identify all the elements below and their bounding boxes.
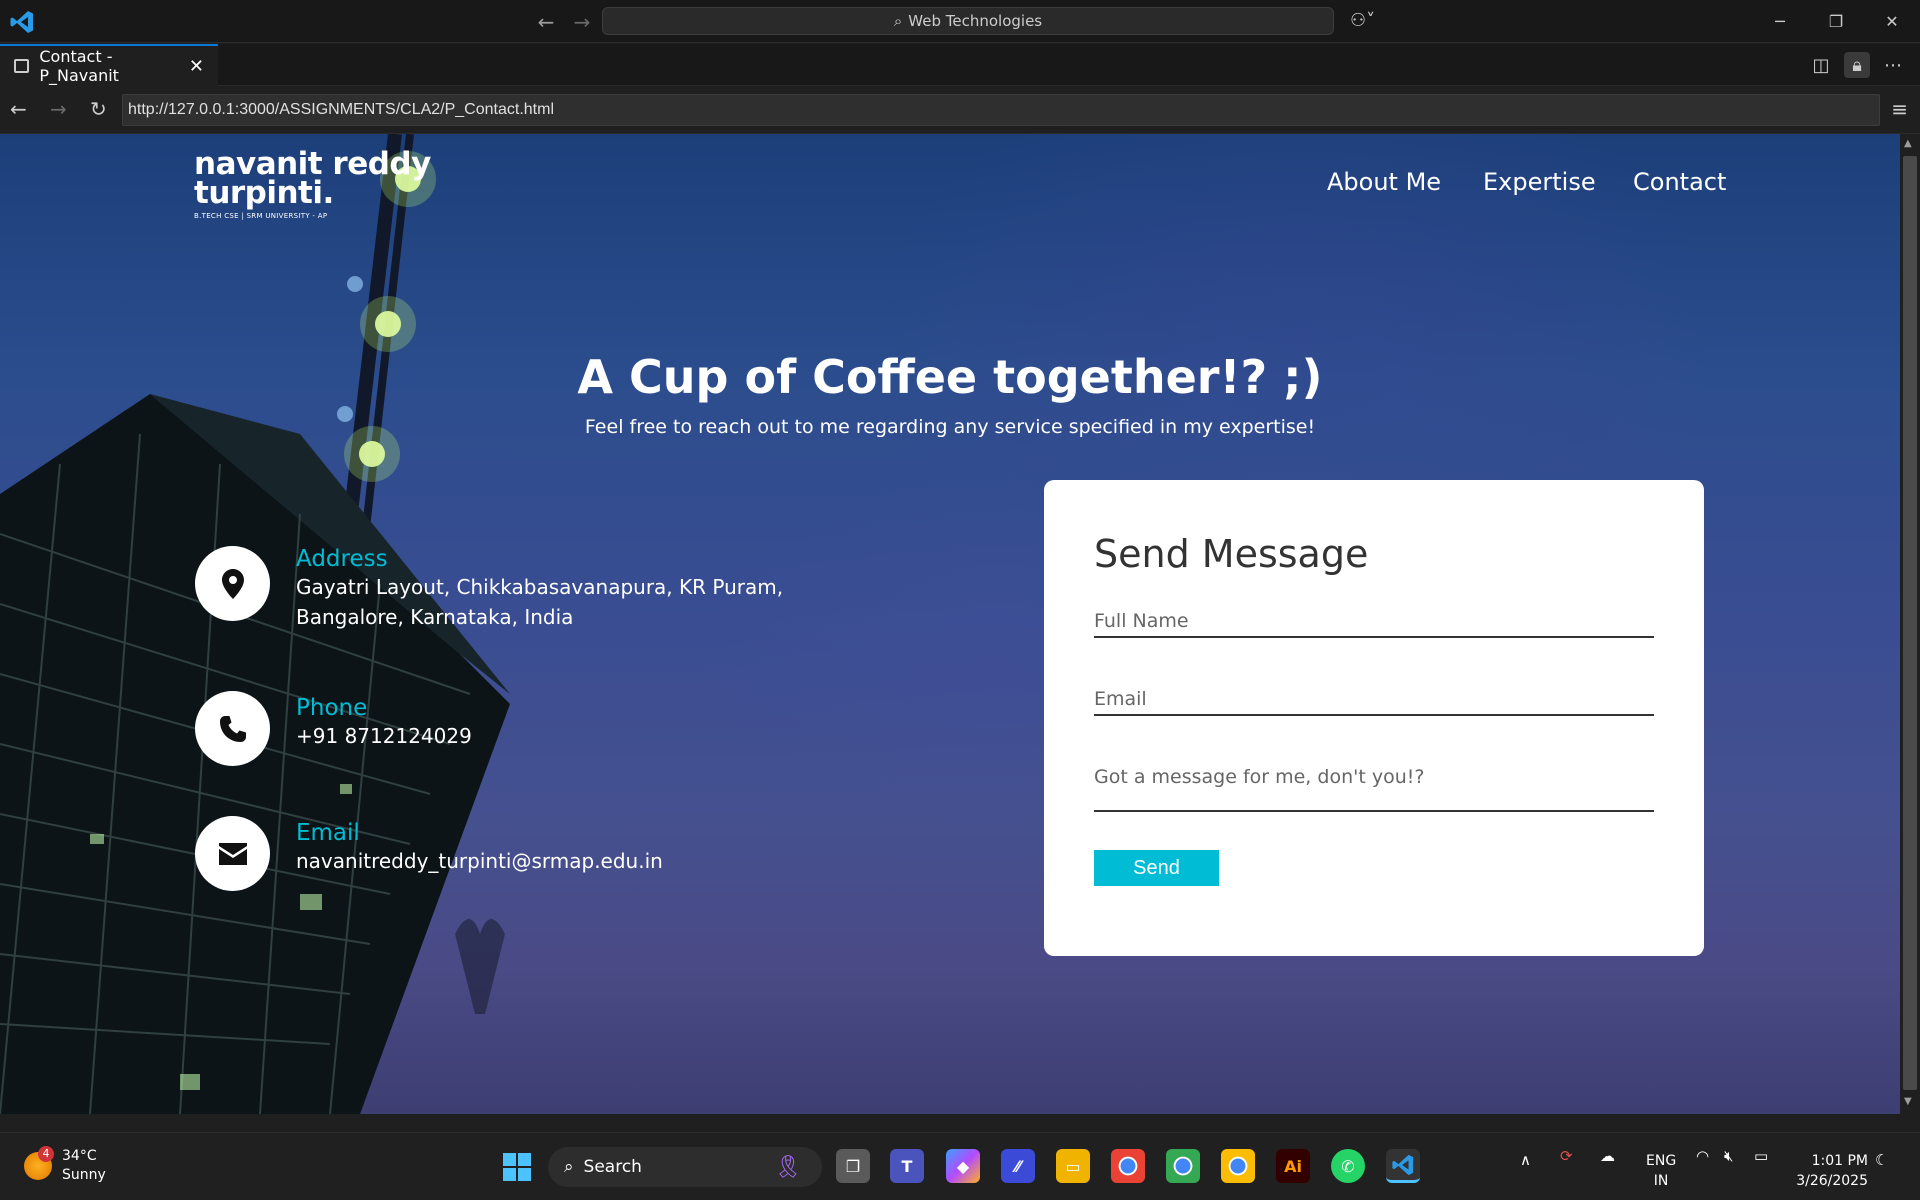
taskbar-search-label: Search — [583, 1157, 642, 1177]
reload-icon[interactable]: ↻ — [90, 97, 107, 121]
site-logo[interactable]: navanit reddy turpinti. B.TECH CSE | SRM… — [194, 149, 431, 220]
weather-temp: 34°C — [62, 1148, 97, 1164]
email-label: Email — [296, 820, 360, 846]
search-icon: ⌕ — [893, 12, 903, 30]
scroll-up-icon[interactable]: ▲ — [1904, 138, 1912, 149]
contact-email: Email navanitreddy_turpinti@srmap.edu.in — [195, 816, 663, 891]
task-view-icon[interactable]: ❐ — [836, 1149, 870, 1183]
email-address[interactable]: navanitreddy_turpinti@srmap.edu.in — [296, 846, 663, 876]
close-window-icon[interactable]: ✕ — [1864, 0, 1920, 43]
clock-time: 1:01 PM — [1811, 1153, 1868, 1169]
file-explorer-icon[interactable]: ▭ — [1056, 1149, 1090, 1183]
back-arrow-icon[interactable]: ← — [532, 10, 560, 34]
phone-icon — [195, 691, 270, 766]
close-tab-icon[interactable]: ✕ — [189, 56, 204, 77]
map-pin-icon — [195, 546, 270, 621]
hero-subtitle: Feel free to reach out to me regarding a… — [584, 416, 1316, 438]
wifi-icon[interactable]: ◠ — [1696, 1147, 1709, 1165]
weather-widget[interactable]: 4 34°C Sunny — [24, 1146, 106, 1185]
address-label: Address — [296, 546, 388, 572]
restore-icon[interactable]: ❐ — [1808, 0, 1864, 43]
split-editor-icon[interactable]: ◫ — [1808, 52, 1834, 78]
full-name-input[interactable]: Full Name — [1094, 604, 1654, 638]
speaker-muted-icon[interactable]: 🔇︎ — [1724, 1147, 1733, 1165]
nav-about-me[interactable]: About Me — [1327, 168, 1441, 196]
more-actions-icon[interactable]: ⋯ — [1880, 52, 1906, 78]
browser-toolbar: ← → ↻ http://127.0.0.1:3000/ASSIGNMENTS/… — [0, 87, 1920, 134]
copilot-app-icon[interactable]: ◆ — [946, 1149, 980, 1183]
command-center[interactable]: ⌕ Web Technologies — [602, 7, 1334, 35]
hero-title: A Cup of Coffee together!? ;) — [577, 350, 1323, 404]
chrome-profile-2-icon[interactable] — [1221, 1149, 1255, 1183]
code-app-icon[interactable]: ⁄⁄ — [1001, 1149, 1035, 1183]
notification-badge: 4 — [38, 1146, 54, 1162]
vscode-logo-icon[interactable] — [9, 9, 35, 35]
url-input[interactable]: http://127.0.0.1:3000/ASSIGNMENTS/CLA2/P… — [122, 94, 1880, 126]
send-button[interactable]: Send — [1094, 850, 1219, 886]
illustrator-icon[interactable]: Ai — [1276, 1149, 1310, 1183]
address-line1: Gayatri Layout, Chikkabasavanapura, KR P… — [296, 575, 784, 599]
ribbon-icon: 🎗︎ — [774, 1154, 802, 1180]
contact-address: Address Gayatri Layout, Chikkabasavanapu… — [195, 546, 783, 632]
browser-back-icon[interactable]: ← — [10, 97, 27, 121]
minimize-icon[interactable]: ─ — [1752, 0, 1808, 43]
nav-expertise[interactable]: Expertise — [1483, 168, 1596, 196]
message-textarea[interactable]: Got a message for me, don't you!? — [1094, 760, 1654, 812]
title-bar: ← → ⌕ Web Technologies ⚇˅ ─ ❐ ✕ — [0, 0, 1920, 43]
notifications-icon[interactable]: ☾ — [1875, 1151, 1888, 1169]
forward-arrow-icon[interactable]: → — [568, 10, 596, 34]
phone-number[interactable]: +91 8712124029 — [296, 721, 472, 751]
phone-label: Phone — [296, 695, 368, 721]
teams-icon[interactable]: T — [890, 1149, 924, 1183]
address-text: Address Gayatri Layout, Chikkabasavanapu… — [296, 546, 783, 632]
clock-date: 3/26/2025 — [1796, 1173, 1868, 1189]
tab-actions: ◫ 🔒︎ ⋯ — [1808, 52, 1906, 78]
email-input[interactable]: Email — [1094, 682, 1654, 716]
address-line2: Bangalore, Karnataka, India — [296, 605, 574, 629]
history-arrows: ← → — [532, 10, 596, 34]
window-controls: ─ ❐ ✕ — [1752, 0, 1920, 43]
page-scrollbar[interactable]: ▲ ▼ — [1900, 134, 1920, 1114]
browser-forward-icon[interactable]: → — [50, 97, 67, 121]
system-clock[interactable]: 1:01 PM 3/26/2025 — [1796, 1151, 1868, 1191]
phone-text: Phone +91 8712124029 — [296, 695, 472, 766]
windows-taskbar: 4 34°C Sunny ⌕ Search 🎗︎ ❐ T ◆ ⁄⁄ ▭ Ai ✆… — [0, 1132, 1920, 1200]
form-title: Send Message — [1094, 532, 1369, 576]
contact-phone: Phone +91 8712124029 — [195, 691, 472, 766]
chrome-profile-icon[interactable] — [1166, 1149, 1200, 1183]
lock-icon[interactable]: 🔒︎ — [1844, 52, 1870, 78]
battery-icon[interactable]: ▭ — [1754, 1147, 1768, 1165]
email-text: Email navanitreddy_turpinti@srmap.edu.in — [296, 820, 663, 891]
chevron-up-icon[interactable]: ∧ — [1520, 1151, 1531, 1169]
nav-contact[interactable]: Contact — [1633, 168, 1726, 196]
windows-start-icon[interactable] — [503, 1153, 531, 1181]
editor-tab-bar: Contact - P_Navanit ✕ ◫ 🔒︎ ⋯ — [0, 44, 1920, 86]
scrollbar-thumb[interactable] — [1903, 156, 1917, 1090]
send-message-card: Send Message Full Name Email Got a messa… — [1044, 480, 1704, 956]
whatsapp-icon[interactable]: ✆ — [1331, 1149, 1365, 1183]
search-icon: ⌕ — [564, 1157, 574, 1177]
onedrive-icon[interactable]: ☁ — [1600, 1147, 1615, 1165]
taskbar-search[interactable]: ⌕ Search 🎗︎ — [548, 1147, 822, 1187]
language-indicator[interactable]: ENG IN — [1646, 1151, 1676, 1191]
chrome-icon[interactable] — [1111, 1149, 1145, 1183]
sun-icon: 4 — [24, 1146, 54, 1180]
envelope-icon — [195, 816, 270, 891]
webpage-viewport: navanit reddy turpinti. B.TECH CSE | SRM… — [0, 134, 1900, 1114]
scroll-down-icon[interactable]: ▼ — [1904, 1096, 1912, 1107]
tab-contact[interactable]: Contact - P_Navanit ✕ — [0, 44, 218, 86]
copilot-icon[interactable]: ⚇˅ — [1350, 10, 1375, 31]
command-center-label: Web Technologies — [908, 12, 1043, 30]
bird-graphic — [455, 919, 505, 1014]
browser-menu-icon[interactable]: ≡ — [1891, 97, 1908, 121]
vscode-taskbar-icon[interactable] — [1386, 1149, 1420, 1183]
status-strip — [0, 1114, 1920, 1132]
weather-desc: Sunny — [62, 1167, 106, 1183]
sync-icon[interactable]: ⟳ — [1560, 1147, 1573, 1165]
tab-title: Contact - P_Navanit — [39, 47, 119, 85]
browser-preview-icon — [14, 59, 30, 73]
